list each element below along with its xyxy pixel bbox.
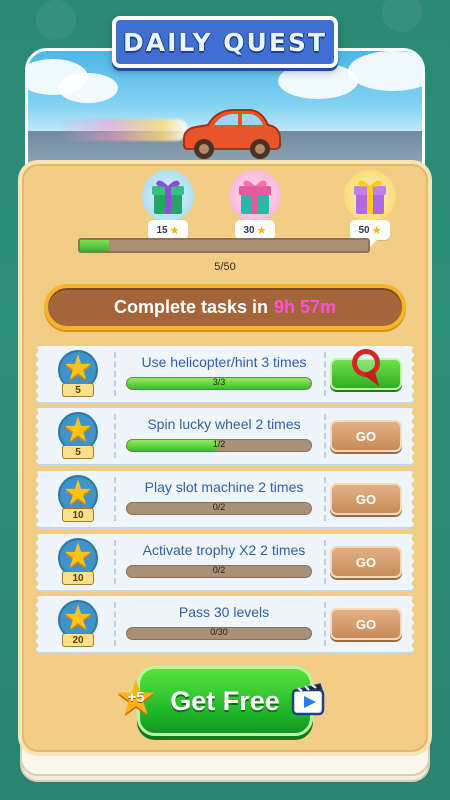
gift-icon (229, 170, 281, 222)
divider (324, 602, 326, 646)
get-free-button[interactable]: Get Free (137, 666, 313, 736)
reward-chest-30[interactable]: 30 ★ (227, 170, 283, 247)
star-icon: ★ (62, 537, 94, 575)
reward-points-badge: 50 ★ (350, 220, 390, 247)
bonus-star-icon: ★ +5 (112, 675, 160, 723)
go-button[interactable]: GO (330, 608, 402, 640)
get-free-label: Get Free (170, 685, 280, 716)
ticket-notch (35, 346, 40, 402)
ticket-notch (410, 471, 415, 527)
reward-points-badge: 30 ★ (235, 220, 275, 247)
quest-progress-bar (78, 238, 370, 253)
reward-points: 50 (358, 224, 370, 236)
task-row: ★ 10 Play slot machine 2 times 0/2 GO (35, 471, 415, 527)
quest-progress-text: 5/50 (214, 261, 236, 273)
divider (324, 540, 326, 584)
task-reward-count: 5 (62, 383, 94, 397)
reward-points-badge: 15 ★ (148, 220, 188, 247)
reward-chest-50[interactable]: 50 ★ (342, 170, 398, 247)
task-row: ★ 5 Spin lucky wheel 2 times 1/2 GO (35, 408, 415, 464)
star-icon: ★ (169, 224, 180, 237)
ticket-notch (35, 534, 40, 590)
rainbow-trail (58, 119, 188, 141)
go-label: GO (355, 616, 377, 632)
divider (114, 540, 116, 584)
ticket-notch (410, 346, 415, 402)
timer-label: Complete tasks in (113, 296, 268, 317)
star-icon: ★ (62, 411, 94, 449)
cloud (58, 73, 118, 103)
task-row: ★ 20 Pass 30 levels 0/30 GO (35, 596, 415, 652)
task-progress-bar: 0/30 (126, 627, 312, 640)
divider (114, 477, 116, 521)
star-icon: ★ (371, 224, 382, 237)
ticket-notch (35, 408, 40, 464)
task-label: Spin lucky wheel 2 times (147, 416, 301, 432)
star-icon: ★ (62, 349, 94, 387)
task-progress-bar: 3/3 (126, 377, 312, 390)
task-reward-badge: ★ 10 (56, 474, 100, 523)
task-progress-bar: 0/2 (126, 565, 312, 578)
gift-icon (142, 170, 194, 222)
reward-points: 15 (156, 224, 168, 236)
task-progress-text: 1/2 (212, 439, 226, 449)
go-button[interactable]: GO (330, 483, 402, 515)
task-reward-badge: ★ 10 (56, 537, 100, 586)
divider (114, 602, 116, 646)
cloud (278, 63, 358, 99)
task-reward-count: 10 (62, 508, 94, 522)
task-reward-count: 10 (62, 571, 94, 585)
star-icon: ★ (62, 474, 94, 512)
ticket-notch (410, 534, 415, 590)
reward-chest-15[interactable]: 15 ★ (140, 170, 196, 247)
divider (114, 352, 116, 396)
task-progress-text: 0/2 (212, 502, 226, 512)
timer-banner: Complete tasks in 9h 57m (44, 284, 406, 330)
go-button[interactable]: GO (330, 546, 402, 578)
task-progress-bar: 1/2 (126, 439, 312, 452)
background-deco (36, 0, 76, 40)
task-progress-bar: 0/2 (126, 502, 312, 515)
page-title: DAILY QUEST (112, 16, 338, 68)
task-row: ★ 10 Activate trophy X2 2 times 0/2 GO (35, 534, 415, 590)
divider (324, 414, 326, 458)
timer-remaining: 9h 57m (274, 296, 337, 317)
task-reward-count: 20 (62, 633, 94, 647)
task-reward-badge: ★ 20 (56, 599, 100, 648)
video-ad-icon (291, 683, 325, 716)
star-icon: ★ (62, 599, 94, 637)
bonus-label: +5 (127, 689, 145, 706)
quest-progress-fill (80, 240, 109, 251)
background-deco (382, 0, 422, 32)
go-label: GO (355, 428, 377, 444)
task-reward-badge: ★ 5 (56, 411, 100, 460)
task-progress-text: 0/30 (210, 627, 228, 637)
divider (114, 414, 116, 458)
gift-icon (344, 170, 396, 222)
task-label: Use helicopter/hint 3 times (141, 354, 307, 370)
go-label: GO (355, 491, 377, 507)
title-text: DAILY QUEST (123, 27, 327, 57)
task-label: Activate trophy X2 2 times (142, 542, 306, 558)
cloud (348, 51, 422, 91)
go-button[interactable]: GO (330, 420, 402, 452)
reward-points: 30 (243, 224, 255, 236)
task-progress-text: 0/2 (212, 565, 226, 575)
task-reward-badge: ★ 5 (56, 349, 100, 398)
car-icon (183, 109, 281, 159)
divider (324, 477, 326, 521)
divider (324, 352, 326, 396)
task-label: Play slot machine 2 times (144, 479, 304, 495)
task-progress-text: 3/3 (212, 377, 226, 387)
star-icon: ★ (256, 224, 267, 237)
ticket-notch (410, 408, 415, 464)
task-reward-count: 5 (62, 445, 94, 459)
ticket-notch (35, 596, 40, 652)
ticket-notch (35, 471, 40, 527)
go-label: GO (355, 554, 377, 570)
ticket-notch (410, 596, 415, 652)
task-label: Pass 30 levels (178, 604, 270, 620)
task-row: ★ 5 Use helicopter/hint 3 times 3/3 (35, 346, 415, 402)
